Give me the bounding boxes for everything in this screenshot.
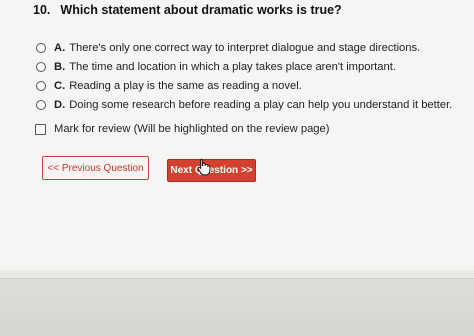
previous-question-button[interactable]: << Previous Question: [42, 156, 149, 180]
option-text: The time and location in which a play ta…: [69, 60, 396, 73]
mark-for-review[interactable]: Mark for review (Will be highlighted on …: [35, 123, 329, 135]
option-letter: A.: [54, 41, 66, 54]
next-question-button[interactable]: Next Question >>: [167, 159, 256, 182]
radio-button-c[interactable]: [36, 80, 46, 91]
mark-for-review-label: Mark for review (Will be highlighted on …: [54, 123, 330, 135]
option-text: There's only one correct way to interpre…: [69, 41, 421, 54]
radio-button-b[interactable]: [36, 61, 46, 72]
option-text: Doing some research before reading a pla…: [69, 98, 453, 111]
option-b[interactable]: B. The time and location in which a play…: [36, 57, 452, 76]
option-letter: B.: [54, 60, 66, 73]
footer-area: [0, 278, 474, 336]
option-letter: C.: [54, 79, 66, 92]
question-number: 10.: [33, 3, 51, 17]
answer-options: A. There's only one correct way to inter…: [36, 38, 452, 114]
option-a[interactable]: A. There's only one correct way to inter…: [36, 38, 452, 57]
option-letter: D.: [54, 98, 66, 111]
option-d[interactable]: D. Doing some research before reading a …: [36, 95, 452, 114]
question-panel: 10. Which statement about dramatic works …: [0, 0, 474, 270]
mark-for-review-checkbox[interactable]: [35, 123, 46, 135]
hand-pointer-icon: [197, 158, 211, 176]
option-c[interactable]: C. Reading a play is the same as reading…: [36, 76, 452, 95]
question-heading: 10. Which statement about dramatic works …: [33, 3, 342, 17]
radio-button-d[interactable]: [36, 99, 46, 110]
option-text: Reading a play is the same as reading a …: [69, 79, 302, 92]
question-text: Which statement about dramatic works is …: [60, 3, 342, 17]
radio-button-a[interactable]: [36, 42, 46, 53]
